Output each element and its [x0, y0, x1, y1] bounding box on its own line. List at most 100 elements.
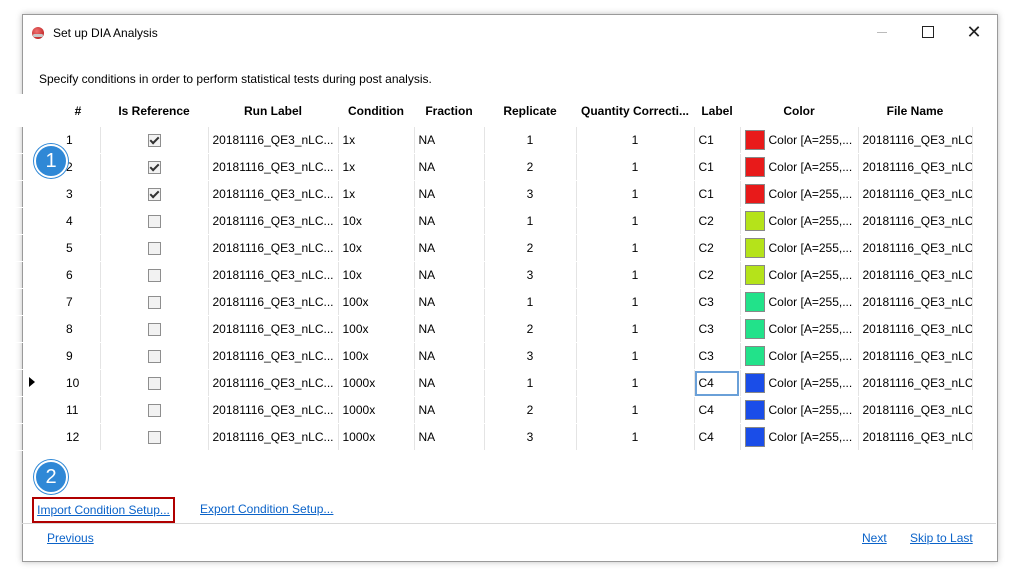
cell-is-reference[interactable]: [100, 342, 209, 370]
table-row[interactable]: 8 20181116_QE3_nLC... 100x NA 2 1 C3 Color [A=2…: [8, 315, 973, 343]
cell-color[interactable]: Color [A=255,...: [740, 396, 859, 424]
cell-label[interactable]: C2: [694, 234, 741, 262]
cell-replicate[interactable]: 3: [484, 342, 577, 370]
cell-fraction[interactable]: NA: [414, 315, 485, 343]
cell-condition[interactable]: 1000x: [338, 423, 415, 451]
cell-is-reference[interactable]: [100, 234, 209, 262]
cell-label[interactable]: C1: [694, 153, 741, 181]
cell-label[interactable]: C4: [694, 369, 741, 397]
cell-run-label[interactable]: 20181116_QE3_nLC...: [208, 288, 339, 316]
cell-color[interactable]: Color [A=255,...: [740, 180, 859, 208]
cell-is-reference[interactable]: [100, 180, 209, 208]
cell-condition[interactable]: 1000x: [338, 396, 415, 424]
row-selector[interactable]: [8, 423, 56, 451]
cell-file-name[interactable]: 20181116_QE3_nLC3_AH_...: [858, 153, 973, 181]
cell-run-label[interactable]: 20181116_QE3_nLC...: [208, 423, 339, 451]
column-header-fraction[interactable]: Fraction: [414, 94, 484, 127]
cell-file-name[interactable]: 20181116_QE3_nLC3_AH_...: [858, 288, 973, 316]
cell-color[interactable]: Color [A=255,...: [740, 234, 859, 262]
column-header-color[interactable]: Color: [740, 94, 858, 127]
cell-fraction[interactable]: NA: [414, 234, 485, 262]
cell-is-reference[interactable]: [100, 207, 209, 235]
row-selector[interactable]: [8, 207, 56, 235]
table-row[interactable]: 4 20181116_QE3_nLC... 10x NA 1 1 C2 Color [A=25…: [8, 207, 973, 235]
table-row[interactable]: 10 20181116_QE3_nLC... 1000x NA 1 1 C4 Color [A…: [8, 369, 973, 397]
cell-quantity-correction[interactable]: 1: [576, 234, 695, 262]
cell-replicate[interactable]: 2: [484, 153, 577, 181]
cell-file-name[interactable]: 20181116_QE3_nLC3_AH_...: [858, 315, 973, 343]
row-selector[interactable]: [8, 261, 56, 289]
cell-label[interactable]: C1: [694, 127, 741, 154]
cell-run-label[interactable]: 20181116_QE3_nLC...: [208, 369, 339, 397]
cell-file-name[interactable]: 20181116_QE3_nLC3_AH_...: [858, 342, 973, 370]
cell-color[interactable]: Color [A=255,...: [740, 315, 859, 343]
cell-is-reference[interactable]: [100, 153, 209, 181]
row-selector[interactable]: [8, 396, 56, 424]
cell-fraction[interactable]: NA: [414, 423, 485, 451]
cell-fraction[interactable]: NA: [414, 153, 485, 181]
column-header-quantity-correction[interactable]: Quantity Correcti...: [576, 94, 694, 127]
cell-quantity-correction[interactable]: 1: [576, 342, 695, 370]
cell-fraction[interactable]: NA: [414, 369, 485, 397]
cell-color[interactable]: Color [A=255,...: [740, 369, 859, 397]
row-selector[interactable]: [8, 315, 56, 343]
column-header-file-name[interactable]: File Name: [858, 94, 972, 127]
cell-is-reference[interactable]: [100, 261, 209, 289]
cell-run-label[interactable]: 20181116_QE3_nLC...: [208, 180, 339, 208]
cell-label[interactable]: C4: [694, 423, 741, 451]
cell-replicate[interactable]: 2: [484, 396, 577, 424]
cell-file-name[interactable]: 20181116_QE3_nLC3_AH_...: [858, 369, 973, 397]
export-condition-setup-link[interactable]: Export Condition Setup...: [200, 502, 333, 516]
table-row[interactable]: 12 20181116_QE3_nLC... 1000x NA 3 1 C4 Color [A…: [8, 423, 973, 451]
previous-link[interactable]: Previous: [47, 531, 94, 545]
cell-condition[interactable]: 100x: [338, 342, 415, 370]
cell-quantity-correction[interactable]: 1: [576, 180, 695, 208]
cell-replicate[interactable]: 3: [484, 261, 577, 289]
cell-label[interactable]: C4: [694, 396, 741, 424]
cell-fraction[interactable]: NA: [414, 180, 485, 208]
cell-condition[interactable]: 10x: [338, 207, 415, 235]
cell-condition[interactable]: 1x: [338, 153, 415, 181]
cell-color[interactable]: Color [A=255,...: [740, 153, 859, 181]
import-condition-setup-link[interactable]: Import Condition Setup...: [37, 503, 170, 517]
cell-is-reference[interactable]: [100, 288, 209, 316]
is-reference-checkbox[interactable]: [147, 323, 161, 337]
table-row[interactable]: 6 20181116_QE3_nLC... 10x NA 3 1 C2 Color [A=25…: [8, 261, 973, 289]
is-reference-checkbox[interactable]: [147, 188, 161, 202]
cell-replicate[interactable]: 3: [484, 423, 577, 451]
cell-color[interactable]: Color [A=255,...: [740, 207, 859, 235]
skip-to-last-link[interactable]: Skip to Last: [910, 531, 973, 545]
cell-fraction[interactable]: NA: [414, 342, 485, 370]
cell-replicate[interactable]: 1: [484, 207, 577, 235]
cell-file-name[interactable]: 20181116_QE3_nLC3_AH_...: [858, 396, 973, 424]
cell-quantity-correction[interactable]: 1: [576, 288, 695, 316]
table-row[interactable]: 11 20181116_QE3_nLC... 1000x NA 2 1 C4 Color [A…: [8, 396, 973, 424]
cell-replicate[interactable]: 1: [484, 288, 577, 316]
cell-quantity-correction[interactable]: 1: [576, 423, 695, 451]
is-reference-checkbox[interactable]: [147, 377, 161, 391]
cell-fraction[interactable]: NA: [414, 261, 485, 289]
cell-label[interactable]: C3: [694, 288, 741, 316]
cell-file-name[interactable]: 20181116_QE3_nLC3_AH_...: [858, 127, 973, 154]
cell-label[interactable]: C1: [694, 180, 741, 208]
cell-file-name[interactable]: 20181116_QE3_nLC3_AH_...: [858, 234, 973, 262]
cell-condition[interactable]: 1x: [338, 180, 415, 208]
cell-replicate[interactable]: 3: [484, 180, 577, 208]
column-header-is-reference[interactable]: Is Reference: [100, 94, 208, 127]
cell-run-label[interactable]: 20181116_QE3_nLC...: [208, 234, 339, 262]
cell-color[interactable]: Color [A=255,...: [740, 127, 859, 154]
close-button[interactable]: ✕: [951, 15, 997, 49]
cell-quantity-correction[interactable]: 1: [576, 153, 695, 181]
cell-quantity-correction[interactable]: 1: [576, 396, 695, 424]
cell-file-name[interactable]: 20181116_QE3_nLC3_AH_...: [858, 207, 973, 235]
cell-file-name[interactable]: 20181116_QE3_nLC3_AH_...: [858, 261, 973, 289]
row-selector[interactable]: [8, 288, 56, 316]
cell-file-name[interactable]: 20181116_QE3_nLC3_AH_...: [858, 423, 973, 451]
row-selector[interactable]: [8, 342, 56, 370]
cell-label[interactable]: C2: [694, 207, 741, 235]
table-row[interactable]: 1 20181116_QE3_nLC... 1x NA 1 1 C1 Color [A=255…: [8, 127, 973, 154]
cell-color[interactable]: Color [A=255,...: [740, 342, 859, 370]
table-row[interactable]: 5 20181116_QE3_nLC... 10x NA 2 1 C2 Color [A=25…: [8, 234, 973, 262]
row-selector[interactable]: [8, 180, 56, 208]
cell-quantity-correction[interactable]: 1: [576, 369, 695, 397]
